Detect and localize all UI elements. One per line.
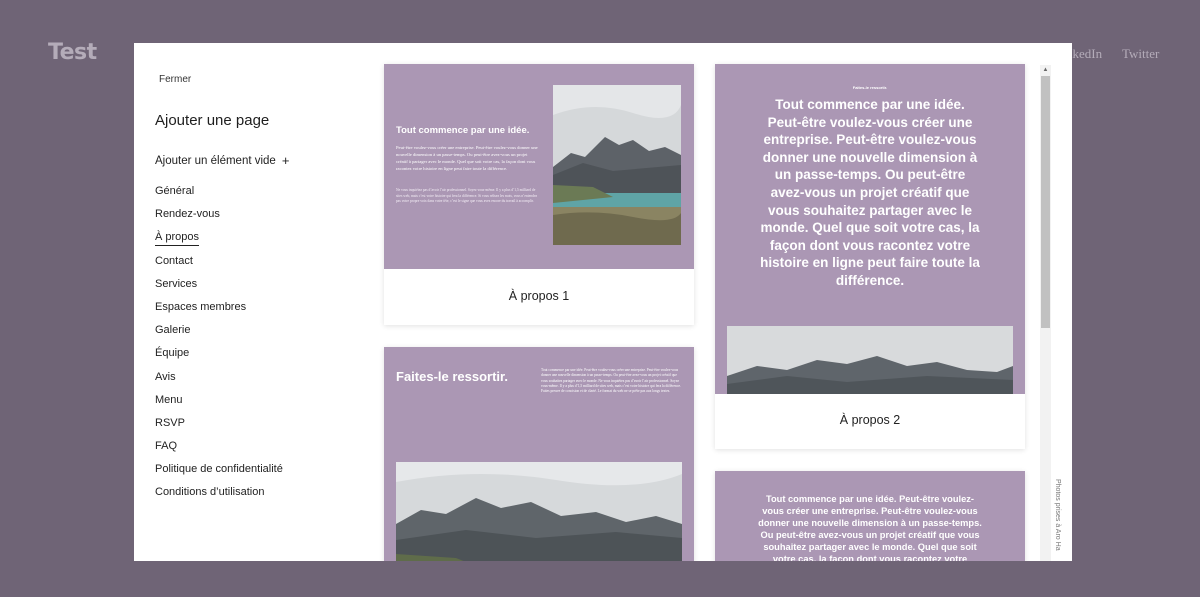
category-label: Services (155, 277, 198, 290)
template-label: À propos 1 (508, 289, 570, 303)
category-label: Contact (155, 254, 193, 267)
category-label: Général (155, 185, 195, 197)
category-terms[interactable]: Conditions d’utilisation (155, 484, 283, 507)
category-label: Conditions d’utilisation (155, 486, 265, 499)
scroll-up-arrow-icon[interactable]: ▲ (1040, 65, 1051, 75)
preview-body: Tout commence par une idée. Peut-être vo… (758, 494, 982, 561)
category-list: Général Rendez-vous À propos Contact Ser… (155, 183, 283, 508)
category-label: RSVP (155, 416, 185, 429)
category-about[interactable]: À propos (155, 229, 283, 252)
category-gallery[interactable]: Galerie (155, 322, 283, 345)
template-scrollbar[interactable]: ▲ (1040, 65, 1051, 561)
category-label: Menu (155, 393, 183, 406)
category-privacy-policy[interactable]: Politique de confidentialité (155, 461, 283, 484)
preview-body: Tout commence par une idée. Peut-être vo… (541, 368, 681, 394)
category-contact[interactable]: Contact (155, 253, 283, 276)
preview-heading: Faites-le ressortir. (852, 85, 888, 90)
modal-title: Ajouter une page (155, 112, 270, 129)
category-label: Politique de confidentialité (155, 463, 283, 476)
category-member-areas[interactable]: Espaces membres (155, 299, 283, 322)
template-card-about-2[interactable]: Faites-le ressortir. Tout commence par u… (715, 64, 1025, 449)
category-reviews[interactable]: Avis (155, 369, 283, 392)
category-label: Espaces membres (155, 300, 247, 313)
category-menu[interactable]: Menu (155, 392, 283, 415)
template-grid: Tout commence par une idée. Peut-être vo… (384, 64, 1034, 561)
preview-body: Tout commence par une idée. Peut-être vo… (760, 97, 980, 288)
close-button[interactable]: Fermer (159, 74, 191, 85)
template-thumbnail: Faites-le ressortir. Tout commence par u… (384, 347, 694, 561)
category-services[interactable]: Services (155, 276, 283, 299)
template-card-about-4[interactable]: Tout commence par une idée. Peut-être vo… (715, 471, 1025, 561)
mountain-landscape-photo (727, 326, 1013, 394)
category-label: FAQ (155, 440, 178, 453)
category-appointments[interactable]: Rendez-vous (155, 206, 283, 229)
template-thumbnail: Tout commence par une idée. Peut-être vo… (715, 471, 1025, 561)
scroll-thumb[interactable] (1041, 76, 1050, 328)
preview-title: Tout commence par une idée. (396, 125, 530, 136)
template-thumbnail: Faites-le ressortir. Tout commence par u… (715, 64, 1025, 394)
category-label: Galerie (155, 324, 191, 337)
photo-credit: Photos prises à Aro Ha (1054, 479, 1061, 551)
template-thumbnail: Tout commence par une idée. Peut-être vo… (384, 64, 694, 269)
category-general[interactable]: Général (155, 183, 283, 206)
add-blank-label: Ajouter un élément vide (155, 154, 276, 167)
add-page-modal: Fermer Ajouter une page Ajouter un éléme… (134, 43, 1072, 561)
mountain-lake-photo (396, 462, 682, 561)
site-logo: Test (48, 40, 97, 65)
category-label-active: À propos (155, 231, 200, 247)
template-card-about-3[interactable]: Faites-le ressortir. Tout commence par u… (384, 347, 694, 561)
category-label: Avis (155, 370, 176, 383)
preview-body-secondary: Ne vous inquiétez pas d’avoir l’air prof… (396, 188, 538, 203)
template-card-about-1[interactable]: Tout commence par une idée. Peut-être vo… (384, 64, 694, 325)
preview-body: Peut-être voulez-vous créer une entrepri… (396, 145, 538, 171)
nav-link-twitter[interactable]: Twitter (1122, 46, 1159, 62)
plus-icon: + (281, 153, 290, 168)
category-rsvp[interactable]: RSVP (155, 415, 283, 438)
category-faq[interactable]: FAQ (155, 438, 283, 461)
add-blank-page-button[interactable]: Ajouter un élément vide + (155, 154, 289, 167)
category-label: Équipe (155, 347, 190, 360)
mountain-lake-photo (553, 85, 681, 245)
category-label: Rendez-vous (155, 208, 220, 221)
preview-title: Faites-le ressortir. (396, 369, 508, 384)
category-team[interactable]: Équipe (155, 345, 283, 368)
template-label: À propos 2 (839, 413, 901, 427)
